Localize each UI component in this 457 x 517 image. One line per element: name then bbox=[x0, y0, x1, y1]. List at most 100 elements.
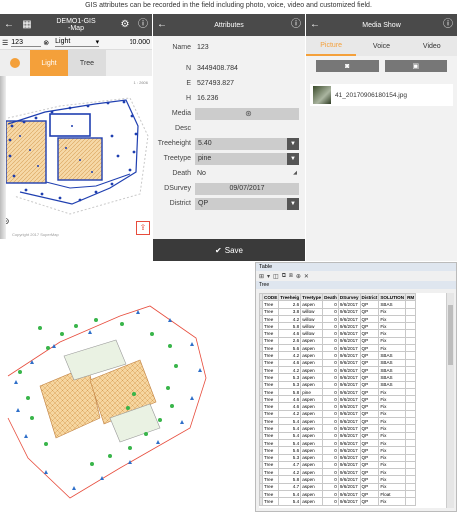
table-row[interactable]: Tree 4.2 aspen 0 9/6/2017 QP Fix bbox=[259, 468, 417, 477]
table-cell[interactable] bbox=[405, 322, 417, 331]
treeheight-select[interactable]: 5.40 ▼ bbox=[195, 137, 299, 150]
column-header[interactable]: Treeheig bbox=[278, 293, 302, 302]
table-row[interactable]: Tree 2.6 aspen 0 9/6/2017 QP SBAS bbox=[259, 300, 417, 309]
table-row[interactable]: Tree 4.6 aspen 0 9/6/2017 QP Fix bbox=[259, 395, 417, 404]
help-icon[interactable]: ⓘ bbox=[134, 14, 152, 36]
treetype-select[interactable]: pine ▼ bbox=[195, 152, 299, 165]
table-cell[interactable]: 0 bbox=[322, 417, 339, 426]
table-cell[interactable]: 0 bbox=[322, 351, 339, 360]
table-cell[interactable] bbox=[405, 438, 417, 448]
table-row[interactable]: Tree 5.6 aspen 0 9/6/2017 QP Fix bbox=[259, 344, 417, 353]
table-cell[interactable]: 0 bbox=[322, 468, 339, 477]
field-map[interactable]: 1 : 2606 ⊛ Copyright 2017 SuperMap ⇪ bbox=[0, 76, 152, 239]
export-icon[interactable]: ⇪ bbox=[136, 221, 150, 235]
table-cell[interactable]: Tree bbox=[261, 438, 280, 448]
table-cell[interactable]: 9/6/2017 bbox=[337, 365, 361, 375]
table-row[interactable]: Tree 5.4 aspen 0 9/6/2017 QP Fix bbox=[259, 497, 417, 506]
table-cell[interactable]: 0 bbox=[322, 409, 339, 419]
table-cell[interactable]: QP bbox=[359, 453, 380, 462]
table-cell[interactable]: QP bbox=[359, 329, 380, 338]
select-icon[interactable]: ⊞ bbox=[259, 273, 264, 280]
table-cell[interactable]: SBAS bbox=[378, 358, 407, 367]
table-cell[interactable]: 9/6/2017 bbox=[337, 468, 361, 477]
table-cell[interactable]: aspen bbox=[300, 351, 324, 360]
table-cell[interactable]: QP bbox=[359, 475, 380, 484]
table-row[interactable]: Tree 5.8 willow 0 9/6/2017 QP Fix bbox=[259, 322, 417, 331]
table-cell[interactable]: Tree bbox=[261, 424, 280, 433]
table-cell[interactable]: QP bbox=[359, 424, 380, 433]
back-arrow-icon[interactable]: ← bbox=[306, 14, 324, 36]
building-polygon[interactable] bbox=[49, 113, 91, 137]
layer-select[interactable]: Light ▾ bbox=[55, 38, 100, 47]
table-cell[interactable]: willow bbox=[300, 314, 324, 324]
table-cell[interactable]: Tree bbox=[261, 395, 280, 404]
back-arrow-icon[interactable]: ← bbox=[0, 14, 18, 36]
table-cell[interactable] bbox=[405, 446, 417, 455]
table-cell[interactable]: 0 bbox=[322, 402, 339, 411]
table-cell[interactable] bbox=[405, 329, 417, 338]
table-cell[interactable] bbox=[405, 358, 417, 367]
table-scrollbar[interactable] bbox=[446, 293, 454, 508]
table-cell[interactable]: willow bbox=[300, 329, 324, 338]
table-cell[interactable] bbox=[405, 365, 417, 375]
table-cell[interactable]: SBAS bbox=[378, 380, 407, 389]
table-cell[interactable]: 9/6/2017 bbox=[337, 460, 361, 470]
column-header[interactable]: Death bbox=[322, 293, 339, 302]
table-cell[interactable]: Fix bbox=[378, 409, 407, 419]
table-row[interactable]: Tree 5.4 aspen 0 9/6/2017 QP Fix bbox=[259, 424, 417, 433]
table-cell[interactable]: QP bbox=[359, 344, 380, 353]
column-header[interactable]: RM bbox=[405, 293, 417, 302]
table-cell[interactable]: 9/6/2017 bbox=[337, 409, 361, 419]
table-cell[interactable]: Tree bbox=[261, 344, 280, 353]
table-cell[interactable]: Tree bbox=[261, 322, 280, 331]
table-cell[interactable]: QP bbox=[359, 373, 380, 382]
table-cell[interactable]: 4.6 bbox=[278, 329, 302, 338]
table-cell[interactable] bbox=[405, 482, 417, 492]
table-row[interactable]: Tree 4.7 aspen 0 9/6/2017 QP Fix bbox=[259, 482, 417, 492]
table-row[interactable]: Tree 2.6 aspen 0 9/6/2017 QP Fix bbox=[259, 336, 417, 346]
table-cell[interactable]: Tree bbox=[261, 409, 280, 419]
table-cell[interactable]: Fix bbox=[378, 438, 407, 448]
table-cell[interactable]: 9/6/2017 bbox=[337, 402, 361, 411]
table-cell[interactable]: QP bbox=[359, 365, 380, 375]
table-cell[interactable] bbox=[405, 460, 417, 470]
table-row[interactable]: Tree 5.6 aspen 0 9/6/2017 QP Fix bbox=[259, 446, 417, 455]
table-cell[interactable]: Fix bbox=[378, 482, 407, 492]
table-cell[interactable]: 9/6/2017 bbox=[337, 322, 361, 331]
table-cell[interactable]: Tree bbox=[261, 300, 280, 309]
parcel-polygon[interactable] bbox=[5, 120, 47, 184]
table-row[interactable]: Tree 4.2 willow 0 9/6/2017 QP Fix bbox=[259, 314, 417, 324]
name-field[interactable]: 123 bbox=[195, 44, 305, 51]
table-cell[interactable]: Fix bbox=[378, 314, 407, 324]
table-cell[interactable]: Tree bbox=[261, 314, 280, 324]
table-cell[interactable]: 5.4 bbox=[278, 424, 302, 433]
table-cell[interactable]: 5.4 bbox=[278, 417, 302, 426]
table-cell[interactable]: 9/6/2017 bbox=[337, 344, 361, 353]
table-cell[interactable]: QP bbox=[359, 395, 380, 404]
table-cell[interactable]: Fix bbox=[378, 446, 407, 455]
table-row[interactable]: Tree 4.6 aspen 0 9/6/2017 QP SBAS bbox=[259, 358, 417, 367]
table-cell[interactable]: 9/6/2017 bbox=[337, 497, 361, 506]
column-header[interactable]: DSurvey bbox=[337, 293, 361, 302]
tab-tree[interactable]: Tree bbox=[68, 50, 106, 76]
locate-icon[interactable] bbox=[0, 76, 6, 239]
table-cell[interactable]: 9/6/2017 bbox=[337, 395, 361, 404]
scrollbar-thumb[interactable] bbox=[448, 305, 453, 365]
table-cell[interactable]: 0 bbox=[322, 482, 339, 492]
table-cell[interactable] bbox=[405, 300, 417, 309]
table-cell[interactable]: aspen bbox=[300, 373, 324, 382]
table-cell[interactable]: 4.2 bbox=[278, 409, 302, 419]
table-cell[interactable]: Fix bbox=[378, 395, 407, 404]
help-icon[interactable]: ⓘ bbox=[287, 14, 305, 36]
table-cell[interactable]: 0 bbox=[322, 460, 339, 470]
table-cell[interactable]: 0 bbox=[322, 300, 339, 309]
table-cell[interactable]: QP bbox=[359, 409, 380, 419]
table-cell[interactable]: QP bbox=[359, 402, 380, 411]
table-cell[interactable]: 5.3 bbox=[278, 373, 302, 382]
view-icon[interactable]: ◫ bbox=[273, 273, 279, 280]
table-cell[interactable] bbox=[405, 380, 417, 389]
death-select[interactable]: No ◢ bbox=[195, 170, 305, 177]
table-cell[interactable] bbox=[405, 314, 417, 324]
table-cell[interactable] bbox=[405, 489, 417, 499]
table-cell[interactable]: SBAS bbox=[378, 365, 407, 375]
